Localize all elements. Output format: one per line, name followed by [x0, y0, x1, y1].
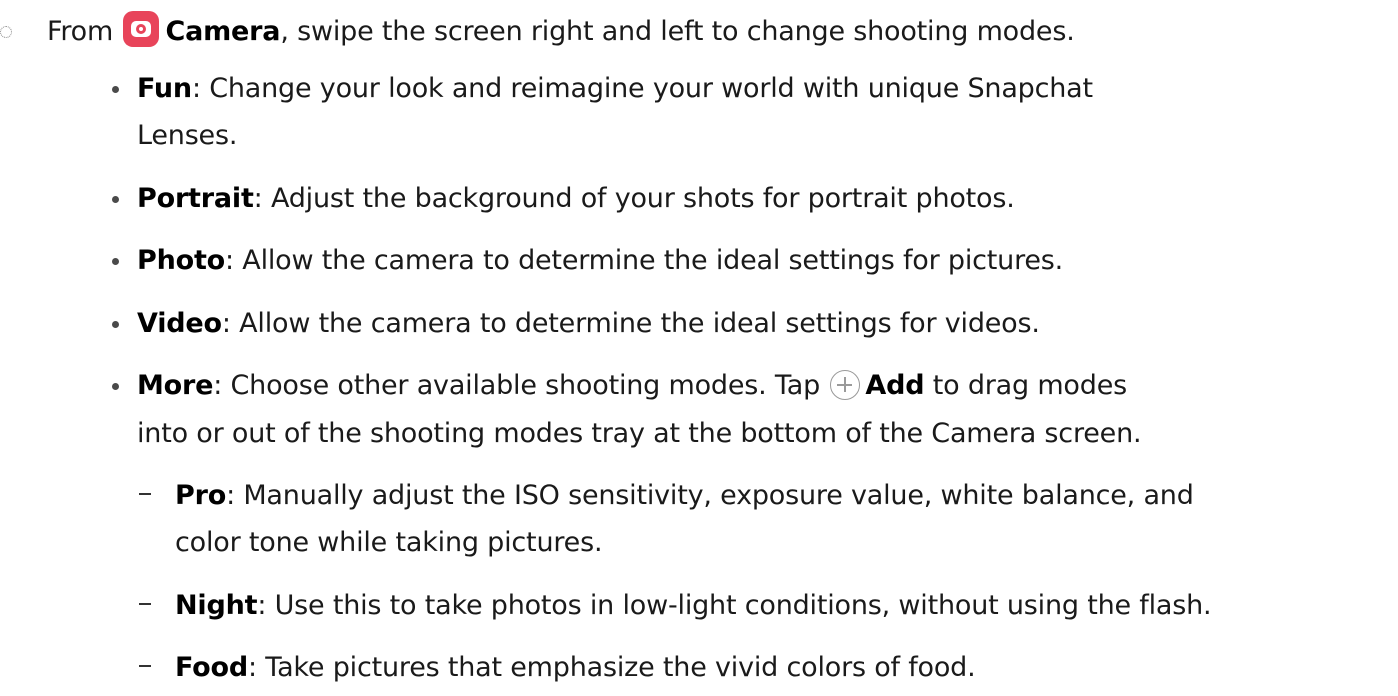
submode-item-pro-continued: color tone while taking pictures. [175, 523, 603, 563]
mode-label: Fun [137, 73, 192, 104]
submode-description: : Use this to take photos in low-light c… [257, 590, 1212, 621]
bullet-icon [112, 383, 119, 390]
dash-icon [139, 665, 151, 667]
submode-item-night: Night: Use this to take photos in low-li… [175, 586, 1212, 626]
mode-description: : Allow the camera to determine the idea… [225, 245, 1064, 276]
submode-item-food: Food: Take pictures that emphasize the v… [175, 648, 976, 688]
mode-label: Photo [137, 245, 226, 276]
step-suffix: , swipe the screen right and left to cha… [280, 16, 1075, 47]
step-prefix: From [47, 16, 114, 47]
bullet-icon [112, 86, 119, 93]
submode-label: Pro [175, 480, 227, 511]
step-bullet-icon [0, 26, 12, 38]
mode-label: More [137, 370, 214, 401]
mode-label: Portrait [137, 183, 254, 214]
bullet-icon [112, 196, 119, 203]
mode-description: : Change your look and reimagine your wo… [191, 73, 1093, 104]
submode-description-continued: color tone while taking pictures. [175, 527, 603, 558]
mode-item-fun: Fun: Change your look and reimagine your… [137, 69, 1093, 109]
mode-description-continued: into or out of the shooting modes tray a… [137, 418, 1142, 449]
mode-item-fun-continued: Lenses. [137, 116, 237, 156]
dash-icon [139, 493, 151, 495]
mode-item-photo: Photo: Allow the camera to determine the… [137, 241, 1063, 281]
add-circle-icon [830, 370, 861, 400]
mode-label: Video [137, 308, 222, 339]
step-instruction: From Camera, swipe the screen right and … [47, 11, 1075, 52]
submode-description: : Manually adjust the ISO sensitivity, e… [226, 480, 1194, 511]
mode-description: : Choose other available shooting modes.… [213, 370, 821, 401]
submode-label: Food [175, 652, 248, 683]
mode-description-continued: Lenses. [137, 120, 238, 151]
camera-app-icon [123, 11, 160, 47]
bullet-icon [112, 258, 119, 265]
mode-item-more-continued: into or out of the shooting modes tray a… [137, 414, 1142, 454]
mode-item-more: More: Choose other available shooting mo… [137, 366, 1127, 406]
bullet-icon [112, 321, 119, 328]
submode-description: : Take pictures that emphasize the vivid… [247, 652, 976, 683]
dash-icon [139, 603, 151, 605]
submode-item-pro: Pro: Manually adjust the ISO sensitivity… [175, 476, 1194, 516]
mode-item-video: Video: Allow the camera to determine the… [137, 304, 1040, 344]
add-label: Add [865, 370, 925, 401]
camera-app-name: Camera [165, 16, 281, 47]
mode-description: : Allow the camera to determine the idea… [221, 308, 1040, 339]
mode-item-portrait: Portrait: Adjust the background of your … [137, 179, 1015, 219]
submode-label: Night [175, 590, 258, 621]
mode-description: : Adjust the background of your shots fo… [253, 183, 1015, 214]
mode-description-tail: to drag modes [924, 370, 1127, 401]
